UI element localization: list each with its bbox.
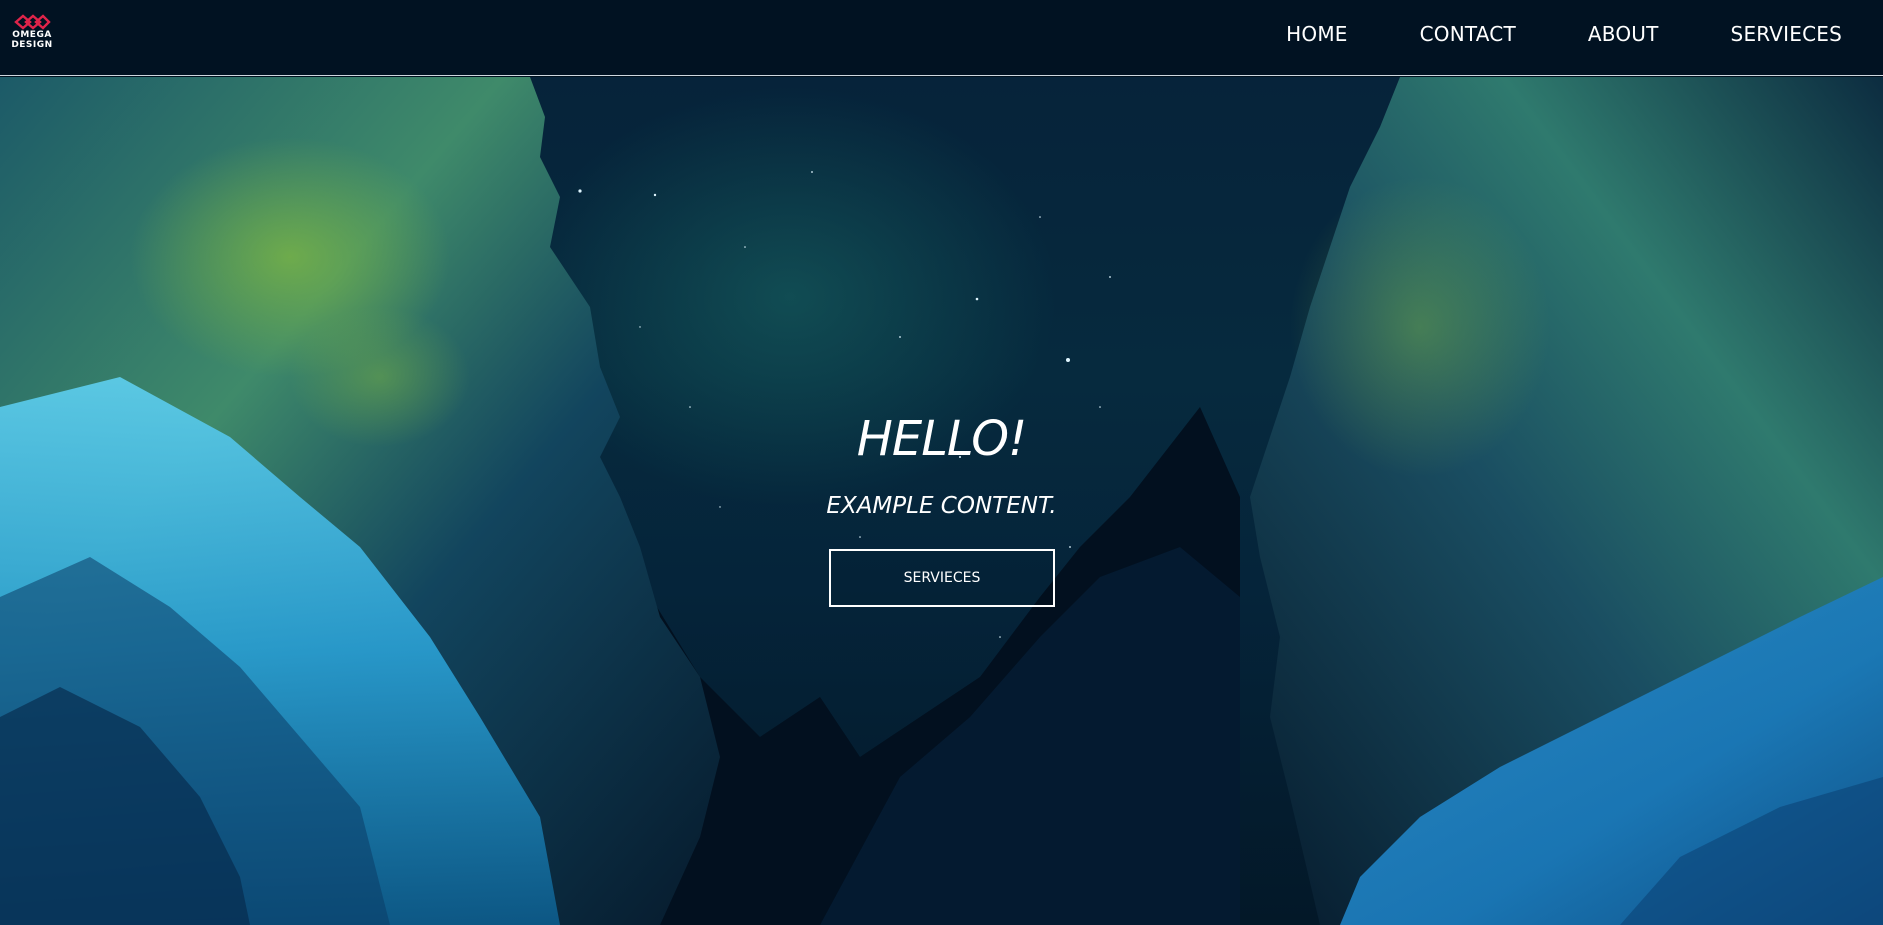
omega-logo-icon [14,14,51,30]
nav-link-home[interactable]: HOME [1286,22,1347,46]
page: OMEGA DESIGN HOME CONTACT ABOUT SERVIECE… [0,0,1883,925]
navbar: OMEGA DESIGN HOME CONTACT ABOUT SERVIECE… [0,0,1883,76]
logo-text-design: DESIGN [11,40,53,50]
services-button[interactable]: SERVIECES [829,549,1055,607]
hero-title: HELLO! [856,411,1027,467]
nav-link-services[interactable]: SERVIECES [1731,22,1842,46]
hero-section: HELLO! EXAMPLE CONTENT. SERVIECES [0,77,1883,925]
logo-text-omega: OMEGA [12,30,52,40]
nav-menu: HOME CONTACT ABOUT SERVIECES [1286,0,1883,68]
nav-link-about[interactable]: ABOUT [1588,22,1659,46]
logo[interactable]: OMEGA DESIGN [8,14,56,56]
hero-content: HELLO! EXAMPLE CONTENT. SERVIECES [0,77,1883,925]
hero-subtitle: EXAMPLE CONTENT. [826,493,1057,519]
nav-link-contact[interactable]: CONTACT [1420,22,1516,46]
